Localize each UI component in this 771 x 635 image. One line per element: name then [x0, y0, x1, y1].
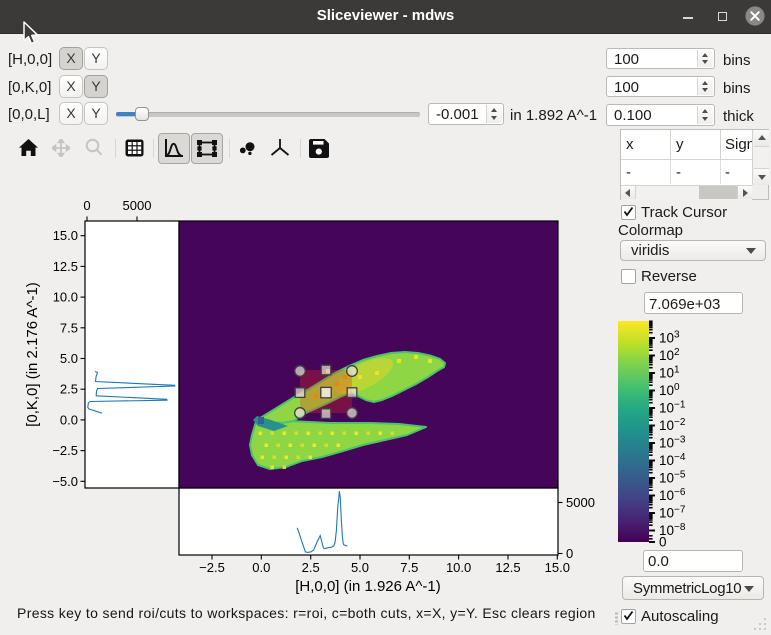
svg-text:0: 0 [83, 198, 90, 213]
svg-text:12.5: 12.5 [53, 259, 78, 274]
svg-text:10−1: 10−1 [659, 400, 686, 416]
svg-text:10−7: 10−7 [659, 505, 686, 521]
svg-text:0: 0 [659, 535, 667, 549]
svg-text:0: 0 [566, 546, 573, 561]
svg-text:100: 100 [659, 382, 680, 398]
svg-text:10−5: 10−5 [659, 470, 686, 486]
svg-text:15.0: 15.0 [53, 228, 78, 243]
svg-text:[H,0,0] (in 1.926 A^-1): [H,0,0] (in 1.926 A^-1) [295, 578, 440, 595]
svg-text:15.0: 15.0 [545, 560, 570, 575]
svg-text:2.5: 2.5 [60, 382, 78, 397]
svg-text:0.0: 0.0 [252, 560, 270, 575]
svg-text:[0,K,0] (in 2.176 A^-1): [0,K,0] (in 2.176 A^-1) [24, 282, 41, 427]
svg-text:5000: 5000 [566, 495, 595, 510]
svg-text:2.5: 2.5 [302, 560, 320, 575]
svg-text:7.5: 7.5 [60, 320, 78, 335]
svg-text:−2.5: −2.5 [52, 443, 78, 458]
svg-text:−5.0: −5.0 [52, 474, 78, 489]
svg-text:101: 101 [659, 365, 680, 381]
svg-text:−2.5: −2.5 [199, 560, 225, 575]
svg-text:10−3: 10−3 [659, 435, 686, 451]
svg-text:103: 103 [659, 330, 680, 346]
svg-text:5.0: 5.0 [60, 351, 78, 366]
svg-text:12.5: 12.5 [495, 560, 520, 575]
svg-text:0.0: 0.0 [60, 412, 78, 427]
svg-text:10−2: 10−2 [659, 417, 686, 433]
svg-text:10−6: 10−6 [659, 487, 686, 503]
svg-text:7.5: 7.5 [400, 560, 418, 575]
svg-text:10.0: 10.0 [53, 290, 78, 305]
svg-text:10.0: 10.0 [446, 560, 471, 575]
svg-text:5.0: 5.0 [351, 560, 369, 575]
svg-text:5000: 5000 [123, 198, 152, 213]
svg-text:102: 102 [659, 347, 680, 363]
svg-text:10−4: 10−4 [659, 452, 686, 468]
